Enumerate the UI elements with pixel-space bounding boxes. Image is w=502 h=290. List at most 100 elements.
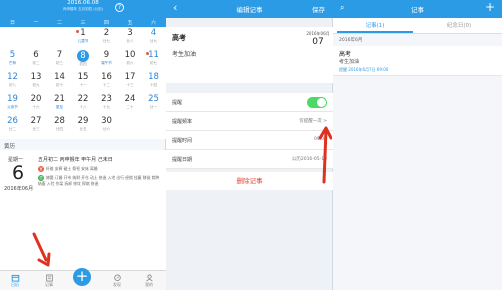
weekday-row: 日一二三四五六 (0, 18, 166, 27)
note-icon (45, 274, 53, 282)
calendar-day[interactable]: 17 十三 (119, 72, 142, 94)
day-number: 25 (148, 94, 159, 104)
screen: 2016.06.08 丙申猴年 五月初四 (公历) ? 日 一 二 三 四 五 六 1 儿童节… (0, 0, 502, 290)
calendar-day[interactable]: 23 十九 (95, 94, 118, 116)
day-number: 5 (9, 50, 16, 60)
calendar-day[interactable]: 6 初二 (25, 50, 48, 72)
edit-note-panel: ‹ 编辑记事 保存 高考 考生加油 2016年06月 07 提醒 提醒频率 仅提醒一… (166, 0, 333, 290)
setting-row[interactable]: 提醒 (166, 93, 333, 112)
day-lunar: 初十 (55, 83, 64, 87)
day-number: 24 (124, 94, 136, 104)
almanac-day: 6 (11, 162, 25, 184)
calendar-day[interactable]: 13 初九 (25, 72, 48, 94)
day-number: 7 (56, 50, 63, 60)
day-number: 30 (101, 116, 112, 126)
reminder-toggle[interactable] (307, 97, 327, 108)
setting-row[interactable]: 提醒日期 公历2016-05-19 (166, 150, 333, 169)
calendar-day[interactable]: 14 初十 (48, 72, 71, 94)
tab-calendar[interactable]: 日历 (4, 274, 26, 287)
day-number: 20 (30, 94, 42, 104)
note-item-date: 提醒 2016年6月7日 09:00 (339, 67, 389, 72)
header-date: 2016.06.08 (67, 0, 99, 6)
calendar-day[interactable]: 18 十四 (142, 72, 165, 94)
day-lunar: 初四 (79, 62, 87, 66)
tab-discover[interactable]: 发现 (106, 274, 128, 287)
calendar-day[interactable]: 3 廿八 (119, 28, 142, 50)
calendar-day[interactable]: 30 廿六 (95, 116, 118, 138)
notes-header: ⌕ 记事 + (333, 0, 502, 18)
list-item[interactable]: 高考 考生加油 提醒 2016年6月7日 09:00 (333, 46, 502, 76)
add-button[interactable]: + (73, 268, 91, 286)
calendar-day[interactable]: 19 父亲节 (1, 94, 24, 116)
tab-anniversary[interactable]: 纪念日(0) (417, 21, 501, 29)
yi-text: 纤维 安葬 破土 祭祀 安床 离婚 (46, 166, 98, 171)
note-title[interactable]: 高考 (172, 33, 186, 43)
calendar-day[interactable]: 10 初六 (119, 50, 142, 72)
calendar-day[interactable]: 8 初四 (72, 50, 95, 72)
day-number: 10 (124, 50, 136, 60)
tab-note[interactable]: 记事 (38, 274, 60, 287)
almanac-card[interactable]: 星期一 6 2016年06月 五月初二 丙申猴年 甲午月 己未日 宜纤维 安葬 … (0, 150, 166, 270)
day-number: 1 (80, 28, 86, 38)
day-lunar: 十三 (126, 83, 134, 87)
day-lunar: 夏至 (55, 105, 64, 109)
day-number: 12 (7, 72, 18, 82)
note-editor[interactable]: 高考 考生加油 2016年06月 07 (166, 27, 333, 83)
calendar-panel: 2016.06.08 丙申猴年 五月初四 (公历) ? 日 一 二 三 四 五 六 1 儿童节… (0, 0, 166, 290)
active-tab-indicator (337, 31, 413, 33)
tab-user[interactable]: 我的 (138, 274, 160, 287)
calendar-day[interactable]: 25 廿一 (142, 94, 165, 116)
calendar-day[interactable]: 2 廿七 (95, 28, 118, 50)
calendar-day[interactable]: 16 十二 (95, 72, 118, 94)
yi-badge: 宜 (38, 166, 44, 172)
calendar-day[interactable]: 20 十六 (25, 94, 48, 116)
day-number: 16 (101, 72, 112, 82)
day-lunar: 初三 (55, 61, 64, 65)
note-date-box[interactable]: 2016年06月 07 (306, 31, 330, 48)
calendar-day[interactable]: 15 十一 (72, 72, 95, 94)
calendar-day[interactable]: 28 廿四 (48, 116, 71, 138)
setting-row[interactable]: 提醒时间 09:00 (166, 131, 333, 150)
day-number: 6 (33, 50, 39, 60)
almanac-label: 黄历 (4, 144, 16, 150)
calendar-day[interactable]: 27 廿三 (25, 116, 48, 138)
calendar-day[interactable]: 9 端午节 (95, 50, 118, 72)
calendar-day[interactable]: 21 夏至 (48, 94, 71, 116)
day-number: 4 (150, 28, 157, 38)
calendar-day[interactable]: 7 初三 (48, 50, 71, 72)
calendar-day[interactable]: 22 十八 (72, 94, 95, 116)
calendar-day[interactable]: 4 廿九 (142, 28, 165, 50)
day-lunar: 廿四 (55, 127, 64, 131)
calendar-empty-cell (142, 116, 165, 138)
month-group-label: 2016年6月 (339, 38, 363, 43)
calendar-day[interactable]: 12 初八 (1, 72, 24, 94)
calendar-day[interactable]: 29 廿五 (72, 116, 95, 138)
setting-row[interactable]: 提醒频率 仅提醒一次 > (166, 112, 333, 131)
day-number: 13 (30, 72, 42, 82)
day-number: 3 (127, 28, 133, 38)
notes-segment: 记事(1) 纪念日(0) (333, 18, 502, 34)
tab-notes[interactable]: 记事(1) (333, 21, 417, 29)
setting-label: 提醒时间 (172, 138, 193, 144)
help-icon[interactable]: ? (115, 3, 124, 12)
tab-label: 发现 (113, 282, 121, 287)
day-lunar: 廿三 (32, 127, 40, 131)
delete-note-button[interactable]: 删除记事 (166, 172, 333, 190)
calendar-day[interactable]: 24 二十 (119, 94, 142, 116)
calendar-icon (11, 274, 19, 282)
note-content[interactable]: 考生加油 (172, 49, 196, 58)
calendar-day[interactable]: 1 儿童节 (72, 28, 95, 50)
day-number: 14 (54, 72, 65, 82)
edit-title: 编辑记事 (236, 6, 263, 14)
save-button[interactable]: 保存 (312, 4, 325, 14)
day-lunar: 初六 (126, 61, 134, 65)
setting-label: 提醒日期 (172, 157, 193, 163)
calendar-day[interactable]: 26 廿二 (1, 116, 24, 138)
day-lunar: 儿童节 (77, 39, 89, 43)
day-number: 17 (124, 72, 136, 82)
calendar-day[interactable]: 11 初七 (142, 50, 165, 72)
add-note-icon[interactable]: + (485, 0, 495, 15)
edit-header: ‹ 编辑记事 保存 (166, 0, 333, 18)
calendar-day[interactable]: 5 芒种 (1, 50, 24, 72)
day-number: 2 (103, 28, 110, 38)
